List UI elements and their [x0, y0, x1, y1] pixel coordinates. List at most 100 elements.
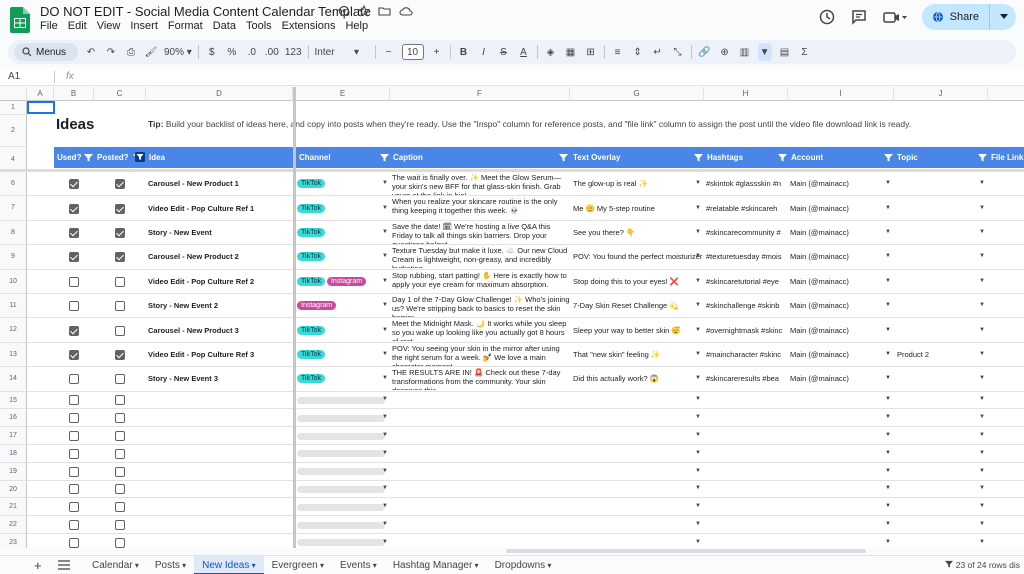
- posted-checkbox[interactable]: [115, 431, 125, 442]
- version-history-icon[interactable]: [818, 8, 836, 26]
- column-header-g[interactable]: G: [570, 87, 704, 101]
- tab-menu-chevron-icon[interactable]: ▾: [249, 561, 256, 570]
- hashtags-dropdown-icon[interactable]: ▼: [695, 302, 701, 308]
- account-cell[interactable]: Main (@mainacc): [790, 374, 890, 383]
- channel-dropdown-icon[interactable]: ▼: [382, 229, 388, 235]
- text-overlay-cell[interactable]: The glow-up is real ✨: [573, 179, 703, 188]
- filelink-dropdown-icon[interactable]: ▼: [979, 485, 985, 491]
- caption-cell[interactable]: POV: You seeing your skin in the mirror …: [392, 344, 570, 366]
- filelink-dropdown-icon[interactable]: ▼: [979, 253, 985, 259]
- account-cell[interactable]: Main (@mainacc): [790, 277, 890, 286]
- hashtags-dropdown-icon[interactable]: ▼: [695, 351, 701, 357]
- sheet-grid[interactable]: A B C D E F G H I J 1 2 4 6 7 8 9 10 11 12 13 14 15 1…: [0, 87, 1024, 548]
- row-header-7[interactable]: 7: [0, 196, 27, 221]
- row-header-20[interactable]: 20: [0, 480, 27, 499]
- tab-menu-chevron-icon[interactable]: ▾: [545, 561, 551, 570]
- row-header-9[interactable]: 9: [0, 245, 27, 270]
- account-dropdown-icon[interactable]: ▼: [885, 485, 891, 491]
- posted-checkbox[interactable]: [115, 349, 125, 360]
- filter-used-icon[interactable]: [84, 153, 93, 162]
- row-header-16[interactable]: 16: [0, 409, 27, 428]
- posted-checkbox[interactable]: [115, 325, 125, 336]
- row-header-8[interactable]: 8: [0, 220, 27, 246]
- hashtags-cell[interactable]: #skincareresults #bea: [706, 374, 788, 383]
- idea-cell[interactable]: Carousel - New Product 3: [148, 326, 239, 335]
- topic-cell[interactable]: Product 2: [897, 350, 967, 359]
- filelink-dropdown-icon[interactable]: ▼: [979, 414, 985, 420]
- channel-dropdown-icon[interactable]: ▼: [382, 539, 388, 545]
- insert-link-icon[interactable]: 🔗: [698, 43, 712, 61]
- number-format-button[interactable]: 123: [285, 43, 302, 61]
- increase-decimal-button[interactable]: .00: [265, 43, 279, 61]
- filter-topic-icon[interactable]: [978, 153, 987, 162]
- row-header-18[interactable]: 18: [0, 445, 27, 463]
- column-header-b[interactable]: B: [54, 87, 94, 101]
- percent-format-button[interactable]: %: [225, 43, 239, 61]
- menu-data[interactable]: Data: [213, 20, 236, 32]
- column-header-c[interactable]: C: [94, 87, 146, 101]
- column-header-f[interactable]: F: [390, 87, 570, 101]
- filter-account-icon[interactable]: [884, 153, 893, 162]
- sheet-tab-dropdowns[interactable]: Dropdowns ▾: [487, 556, 560, 574]
- text-rotation-icon[interactable]: ⤡: [671, 43, 685, 61]
- used-checkbox[interactable]: [69, 395, 79, 406]
- channel-dropdown-empty[interactable]: [297, 396, 385, 404]
- print-icon[interactable]: ⎙: [124, 43, 138, 61]
- idea-cell[interactable]: Carousel - New Product 1: [148, 179, 239, 188]
- row-header-6[interactable]: 6: [0, 172, 27, 197]
- hashtags-dropdown-icon[interactable]: ▼: [695, 375, 701, 381]
- posted-checkbox[interactable]: [115, 537, 125, 548]
- filelink-dropdown-icon[interactable]: ▼: [979, 539, 985, 545]
- row-header-12[interactable]: 12: [0, 318, 27, 343]
- select-all-corner[interactable]: [0, 87, 27, 101]
- row-header-15[interactable]: 15: [0, 391, 27, 410]
- all-sheets-icon[interactable]: [58, 560, 70, 570]
- text-overlay-cell[interactable]: Sleep your way to better skin 😴: [573, 326, 703, 335]
- insert-chart-icon[interactable]: ▥: [738, 43, 752, 61]
- channel-dropdown-icon[interactable]: ▼: [382, 327, 388, 333]
- posted-checkbox[interactable]: [115, 502, 125, 513]
- used-checkbox[interactable]: [69, 179, 79, 190]
- channel-dropdown-icon[interactable]: ▼: [382, 302, 388, 308]
- account-dropdown-icon[interactable]: ▼: [885, 539, 891, 545]
- text-overlay-cell[interactable]: Stop doing this to your eyes! ❌: [573, 277, 703, 286]
- text-overlay-cell[interactable]: See you there? 👇: [573, 228, 703, 237]
- menu-tools[interactable]: Tools: [246, 20, 272, 32]
- hashtags-dropdown-icon[interactable]: ▼: [695, 521, 701, 527]
- posted-checkbox[interactable]: [115, 374, 125, 385]
- used-checkbox[interactable]: [69, 301, 79, 312]
- name-box[interactable]: A1: [8, 71, 20, 82]
- posted-checkbox[interactable]: [115, 466, 125, 477]
- channel-cell[interactable]: TikTok: [297, 203, 327, 213]
- channel-dropdown-icon[interactable]: ▼: [382, 414, 388, 420]
- filelink-dropdown-icon[interactable]: ▼: [979, 302, 985, 308]
- channel-dropdown-empty[interactable]: [297, 539, 385, 547]
- used-checkbox[interactable]: [69, 413, 79, 424]
- italic-button[interactable]: I: [477, 43, 491, 61]
- caption-cell[interactable]: The wait is finally over. ✨ Meet the Glo…: [392, 173, 570, 195]
- undo-icon[interactable]: ↶: [84, 43, 98, 61]
- filelink-dropdown-icon[interactable]: ▼: [979, 278, 985, 284]
- hashtags-dropdown-icon[interactable]: ▼: [695, 396, 701, 402]
- strikethrough-button[interactable]: S: [497, 43, 511, 61]
- meet-video-icon[interactable]: [882, 8, 908, 26]
- insert-comment-icon[interactable]: ⊕: [718, 43, 732, 61]
- channel-dropdown-icon[interactable]: ▼: [382, 278, 388, 284]
- column-header-i[interactable]: I: [788, 87, 894, 101]
- channel-cell[interactable]: TikTok: [297, 349, 327, 359]
- posted-checkbox[interactable]: [115, 413, 125, 424]
- account-dropdown-icon[interactable]: ▼: [885, 180, 891, 186]
- sheet-tab-events[interactable]: Events ▾: [332, 556, 385, 574]
- account-dropdown-icon[interactable]: ▼: [885, 414, 891, 420]
- merge-cells-icon[interactable]: ⊞: [584, 43, 598, 61]
- channel-dropdown-icon[interactable]: ▼: [382, 351, 388, 357]
- hashtags-dropdown-icon[interactable]: ▼: [695, 450, 701, 456]
- used-checkbox[interactable]: [69, 227, 79, 238]
- filter-icon[interactable]: ▼: [757, 43, 772, 61]
- used-checkbox[interactable]: [69, 325, 79, 336]
- hashtags-dropdown-icon[interactable]: ▼: [695, 180, 701, 186]
- row-header-10[interactable]: 10: [0, 269, 27, 294]
- channel-dropdown-icon[interactable]: ▼: [382, 205, 388, 211]
- used-checkbox[interactable]: [69, 537, 79, 548]
- filelink-dropdown-icon[interactable]: ▼: [979, 327, 985, 333]
